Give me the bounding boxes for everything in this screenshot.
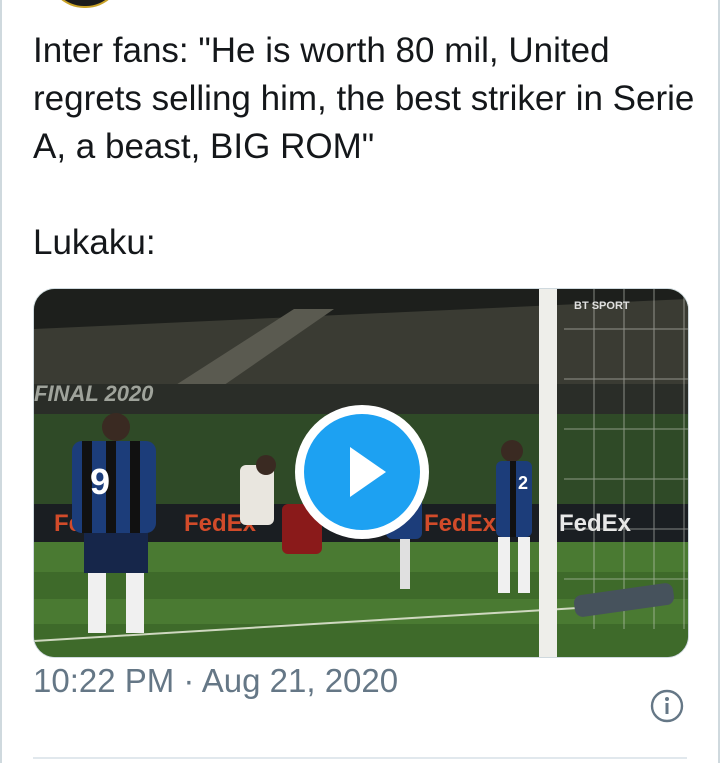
banner-text: FINAL 2020 bbox=[34, 381, 154, 406]
broadcaster-logo: BT SPORT bbox=[574, 300, 630, 312]
ad-board-4: FedEx bbox=[559, 510, 632, 537]
video-player[interactable]: FINAL 2020 FedEx FedEx FedEx FedEx BT SP… bbox=[33, 288, 689, 658]
play-button[interactable] bbox=[295, 405, 429, 539]
divider bbox=[33, 757, 687, 759]
timestamp-date: Aug 21, 2020 bbox=[201, 662, 399, 699]
left-border bbox=[0, 0, 2, 763]
ad-board-3: FedEx bbox=[424, 510, 497, 537]
timestamp-time: 10:22 PM bbox=[33, 662, 175, 699]
play-icon bbox=[304, 414, 420, 530]
shirt-number-right: 2 bbox=[518, 473, 528, 493]
timestamp-separator: · bbox=[174, 662, 202, 699]
avatar[interactable] bbox=[48, 0, 122, 8]
info-icon[interactable] bbox=[650, 689, 684, 723]
tweet-text: Inter fans: "He is worth 80 mil, United … bbox=[33, 31, 695, 262]
tweet-timestamp[interactable]: 10:22 PM · Aug 21, 2020 bbox=[33, 658, 453, 704]
shirt-number-left: 9 bbox=[90, 461, 110, 502]
